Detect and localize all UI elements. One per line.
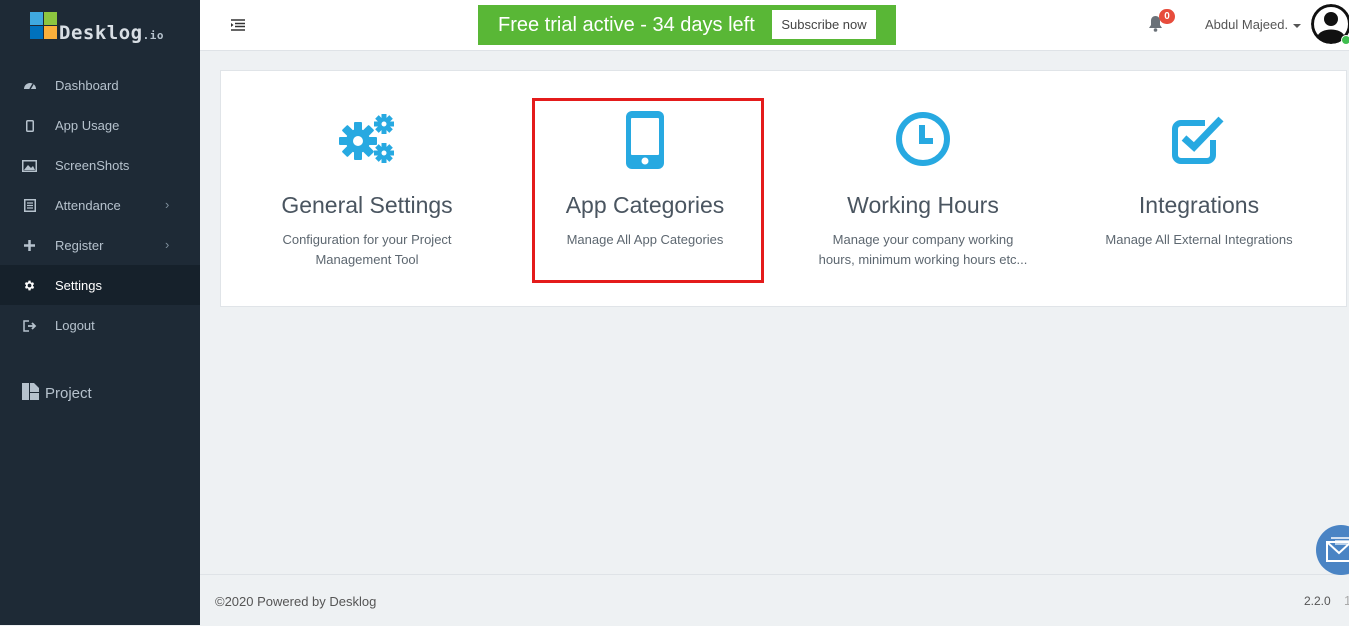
logo-text: Desklog.io bbox=[59, 22, 164, 44]
project-icon bbox=[22, 383, 39, 404]
sidebar-item-attendance[interactable]: Attendance › bbox=[0, 185, 200, 225]
sidebar-nav: Dashboard App Usage ScreenShots Attendan… bbox=[0, 65, 200, 345]
sidebar-item-logout[interactable]: Logout bbox=[0, 305, 200, 345]
footer: ©2020 Powered by Desklog 2.2.0 1 bbox=[200, 574, 1349, 626]
working-hours-tile[interactable]: Working Hours Manage your company workin… bbox=[783, 71, 1063, 306]
top-header: Free trial active - 34 days left Subscri… bbox=[200, 0, 1349, 51]
sidebar-item-register[interactable]: Register › bbox=[0, 225, 200, 265]
caret-down-icon[interactable] bbox=[1293, 24, 1301, 28]
online-status-dot bbox=[1341, 35, 1349, 45]
user-menu[interactable]: Abdul Majeed. bbox=[1205, 17, 1288, 32]
notification-badge: 0 bbox=[1159, 9, 1175, 24]
tile-description: Manage All External Integrations bbox=[1089, 230, 1309, 250]
trial-banner: Free trial active - 34 days left Subscri… bbox=[478, 5, 896, 45]
logo-mark bbox=[30, 12, 57, 39]
mail-icon[interactable] bbox=[1316, 525, 1349, 575]
sidebar-item-label: Settings bbox=[55, 278, 102, 293]
version-text: 2.2.0 bbox=[1304, 594, 1331, 608]
copyright-text: ©2020 Powered by Desklog bbox=[215, 594, 376, 609]
sidebar-item-label: Dashboard bbox=[55, 78, 119, 93]
tile-title: Integrations bbox=[1059, 192, 1339, 219]
gears-icon bbox=[227, 111, 507, 171]
sidebar-item-dashboard[interactable]: Dashboard bbox=[0, 65, 200, 105]
subscribe-button[interactable]: Subscribe now bbox=[772, 10, 876, 39]
highlight-box bbox=[532, 98, 764, 283]
footer-ticker: 1 bbox=[1344, 593, 1349, 608]
image-icon bbox=[22, 158, 37, 173]
sidebar: Desklog.io Dashboard App Usage ScreenSho… bbox=[0, 0, 200, 625]
sign-out-icon bbox=[22, 318, 37, 333]
chevron-right-icon: › bbox=[165, 237, 169, 252]
sidebar-item-label: Logout bbox=[55, 318, 95, 333]
dashboard-icon bbox=[22, 78, 37, 93]
menu-toggle-icon[interactable] bbox=[230, 17, 246, 33]
tile-description: Configuration for your Project Managemen… bbox=[257, 230, 477, 270]
tile-description: Manage your company working hours, minim… bbox=[813, 230, 1033, 270]
plus-icon bbox=[22, 238, 37, 253]
sidebar-item-label: App Usage bbox=[55, 118, 119, 133]
sidebar-item-label: ScreenShots bbox=[55, 158, 129, 173]
trial-status-text: Free trial active - 34 days left bbox=[498, 14, 755, 37]
clock-icon bbox=[783, 111, 1063, 171]
project-label: Project bbox=[45, 385, 92, 402]
settings-card: General Settings Configuration for your … bbox=[220, 70, 1347, 307]
list-icon bbox=[22, 198, 37, 213]
sidebar-item-settings[interactable]: Settings bbox=[0, 265, 200, 305]
general-settings-tile[interactable]: General Settings Configuration for your … bbox=[227, 71, 507, 306]
gear-icon bbox=[22, 278, 37, 293]
sidebar-item-screenshots[interactable]: ScreenShots bbox=[0, 145, 200, 185]
integrations-tile[interactable]: Integrations Manage All External Integra… bbox=[1059, 71, 1339, 306]
chevron-right-icon: › bbox=[165, 197, 169, 212]
desklog-logo[interactable]: Desklog.io bbox=[30, 12, 200, 44]
sidebar-item-label: Register bbox=[55, 238, 103, 253]
tile-title: General Settings bbox=[227, 192, 507, 219]
sidebar-item-app-usage[interactable]: App Usage bbox=[0, 105, 200, 145]
sidebar-item-label: Attendance bbox=[55, 198, 121, 213]
check-square-icon bbox=[1059, 111, 1339, 171]
sidebar-item-project[interactable]: Project bbox=[22, 382, 92, 404]
mobile-icon bbox=[22, 118, 37, 133]
tile-title: Working Hours bbox=[783, 192, 1063, 219]
